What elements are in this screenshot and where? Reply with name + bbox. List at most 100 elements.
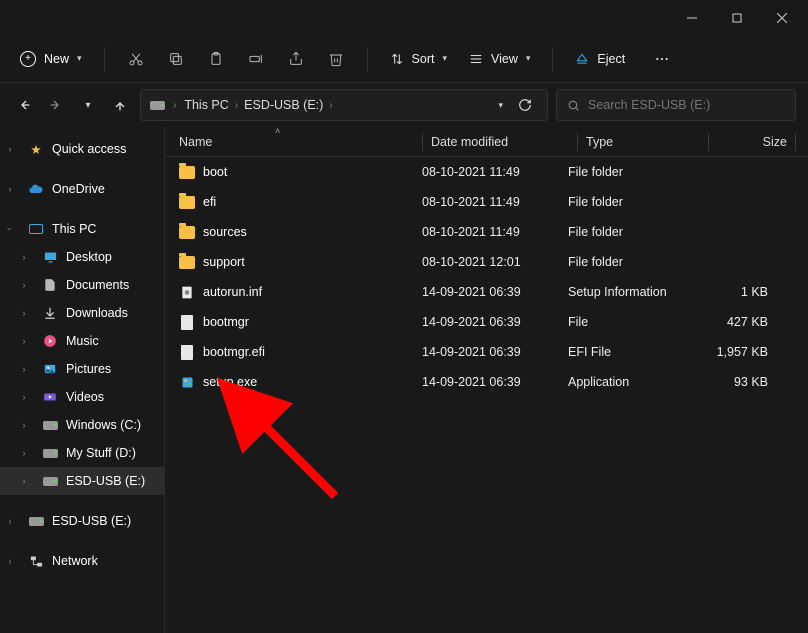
file-name: bootmgr bbox=[203, 315, 249, 329]
separator bbox=[367, 47, 368, 71]
share-button[interactable] bbox=[277, 40, 315, 78]
sidebar-item-pictures[interactable]: ›Pictures bbox=[0, 355, 164, 383]
new-button[interactable]: + New ▾ bbox=[10, 45, 92, 73]
sidebar-item-windows-c[interactable]: ›Windows (C:) bbox=[0, 411, 164, 439]
file-row[interactable]: boot08-10-2021 11:49File folder bbox=[165, 157, 808, 187]
delete-button[interactable] bbox=[317, 40, 355, 78]
file-icon bbox=[179, 284, 195, 300]
file-name: efi bbox=[203, 195, 216, 209]
column-type[interactable]: Type bbox=[586, 135, 708, 149]
documents-icon bbox=[42, 277, 58, 293]
drive-icon bbox=[42, 417, 58, 433]
up-button[interactable] bbox=[108, 93, 132, 117]
sidebar-item-videos[interactable]: ›Videos bbox=[0, 383, 164, 411]
close-button[interactable] bbox=[759, 3, 804, 33]
chevron-down-icon: ▾ bbox=[77, 53, 82, 64]
drive-icon bbox=[42, 473, 58, 489]
address-bar[interactable]: › This PC › ESD-USB (E:) › ▾ bbox=[140, 89, 548, 121]
view-icon bbox=[469, 52, 483, 66]
sort-icon bbox=[390, 52, 404, 66]
nav-row: ▾ › This PC › ESD-USB (E:) › ▾ bbox=[0, 83, 808, 127]
file-name: support bbox=[203, 255, 245, 269]
chevron-right-icon: › bbox=[329, 100, 332, 111]
cloud-icon bbox=[28, 181, 44, 197]
file-date: 14-09-2021 06:39 bbox=[422, 285, 568, 299]
file-icon bbox=[179, 164, 195, 180]
file-icon bbox=[179, 344, 195, 360]
drive-icon bbox=[149, 97, 165, 113]
more-button[interactable] bbox=[643, 40, 681, 78]
file-icon bbox=[179, 194, 195, 210]
breadcrumb: This PC › ESD-USB (E:) › bbox=[184, 98, 490, 112]
file-list: ˄ Name Date modified Type Size boot08-10… bbox=[165, 127, 808, 633]
sidebar-item-documents[interactable]: ›Documents bbox=[0, 271, 164, 299]
file-icon bbox=[179, 374, 195, 390]
view-button[interactable]: View ▾ bbox=[459, 46, 540, 72]
file-type: File bbox=[568, 315, 690, 329]
file-size: 93 KB bbox=[690, 375, 768, 389]
file-date: 14-09-2021 06:39 bbox=[422, 375, 568, 389]
file-name: setup.exe bbox=[203, 375, 257, 389]
file-row[interactable]: efi 08-10-2021 11:49File folder bbox=[165, 187, 808, 217]
column-name[interactable]: Name bbox=[179, 135, 422, 149]
search-input[interactable] bbox=[588, 98, 785, 112]
forward-button[interactable] bbox=[44, 93, 68, 117]
minimize-button[interactable] bbox=[669, 3, 714, 33]
recent-button[interactable]: ▾ bbox=[76, 93, 100, 117]
pictures-icon bbox=[42, 361, 58, 377]
sidebar-item-music[interactable]: ›Music bbox=[0, 327, 164, 355]
file-row[interactable]: setup.exe14-09-2021 06:39Application93 K… bbox=[165, 367, 808, 397]
sidebar-item-network[interactable]: ›Network bbox=[0, 547, 164, 575]
sidebar-item-esdusb-e[interactable]: ›ESD-USB (E:) bbox=[0, 467, 164, 495]
separator bbox=[552, 47, 553, 71]
star-icon: ★ bbox=[28, 141, 44, 157]
downloads-icon bbox=[42, 305, 58, 321]
new-label: New bbox=[44, 52, 69, 66]
toolbar: + New ▾ Sort ▾ View ▾ Eject bbox=[0, 35, 808, 83]
column-size[interactable]: Size bbox=[717, 135, 795, 149]
file-date: 14-09-2021 06:39 bbox=[422, 315, 568, 329]
sidebar-item-thispc[interactable]: ›This PC bbox=[0, 215, 164, 243]
file-type: File folder bbox=[568, 195, 690, 209]
refresh-button[interactable] bbox=[511, 98, 539, 112]
view-label: View bbox=[491, 52, 518, 66]
eject-button[interactable]: Eject bbox=[565, 46, 635, 72]
sidebar-item-mystuff-d[interactable]: ›My Stuff (D:) bbox=[0, 439, 164, 467]
file-type: File folder bbox=[568, 255, 690, 269]
sidebar-item-quick-access[interactable]: ›★Quick access bbox=[0, 135, 164, 163]
file-icon bbox=[179, 314, 195, 330]
file-type: File folder bbox=[568, 165, 690, 179]
back-button[interactable] bbox=[12, 93, 36, 117]
file-name: autorun.inf bbox=[203, 285, 262, 299]
sidebar-item-desktop[interactable]: ›Desktop bbox=[0, 243, 164, 271]
file-row[interactable]: sources08-10-2021 11:49File folder bbox=[165, 217, 808, 247]
sort-button[interactable]: Sort ▾ bbox=[380, 46, 457, 72]
cut-button[interactable] bbox=[117, 40, 155, 78]
eject-label: Eject bbox=[597, 52, 625, 66]
file-date: 08-10-2021 11:49 bbox=[422, 195, 568, 209]
paste-button[interactable] bbox=[197, 40, 235, 78]
copy-button[interactable] bbox=[157, 40, 195, 78]
monitor-icon bbox=[28, 221, 44, 237]
file-row[interactable]: autorun.inf14-09-2021 06:39Setup Informa… bbox=[165, 277, 808, 307]
file-date: 08-10-2021 11:49 bbox=[422, 225, 568, 239]
file-row[interactable]: bootmgr.efi14-09-2021 06:39EFI File1,957… bbox=[165, 337, 808, 367]
file-row[interactable]: bootmgr14-09-2021 06:39File427 KB bbox=[165, 307, 808, 337]
breadcrumb-thispc[interactable]: This PC bbox=[184, 98, 228, 112]
file-row[interactable]: support08-10-2021 12:01File folder bbox=[165, 247, 808, 277]
sidebar-item-onedrive[interactable]: ›OneDrive bbox=[0, 175, 164, 203]
chevron-down-icon[interactable]: ▾ bbox=[498, 100, 503, 111]
rename-button[interactable] bbox=[237, 40, 275, 78]
maximize-button[interactable] bbox=[714, 3, 759, 33]
sidebar-item-esdusb-e-2[interactable]: ›ESD-USB (E:) bbox=[0, 507, 164, 535]
column-date[interactable]: Date modified bbox=[431, 135, 577, 149]
titlebar bbox=[0, 0, 808, 35]
search-box[interactable] bbox=[556, 89, 796, 121]
breadcrumb-esdusb[interactable]: ESD-USB (E:) bbox=[244, 98, 323, 112]
sidebar-item-downloads[interactable]: ›Downloads bbox=[0, 299, 164, 327]
file-icon bbox=[179, 254, 195, 270]
sort-label: Sort bbox=[412, 52, 435, 66]
file-date: 14-09-2021 06:39 bbox=[422, 345, 568, 359]
drive-icon bbox=[28, 513, 44, 529]
file-name: boot bbox=[203, 165, 227, 179]
